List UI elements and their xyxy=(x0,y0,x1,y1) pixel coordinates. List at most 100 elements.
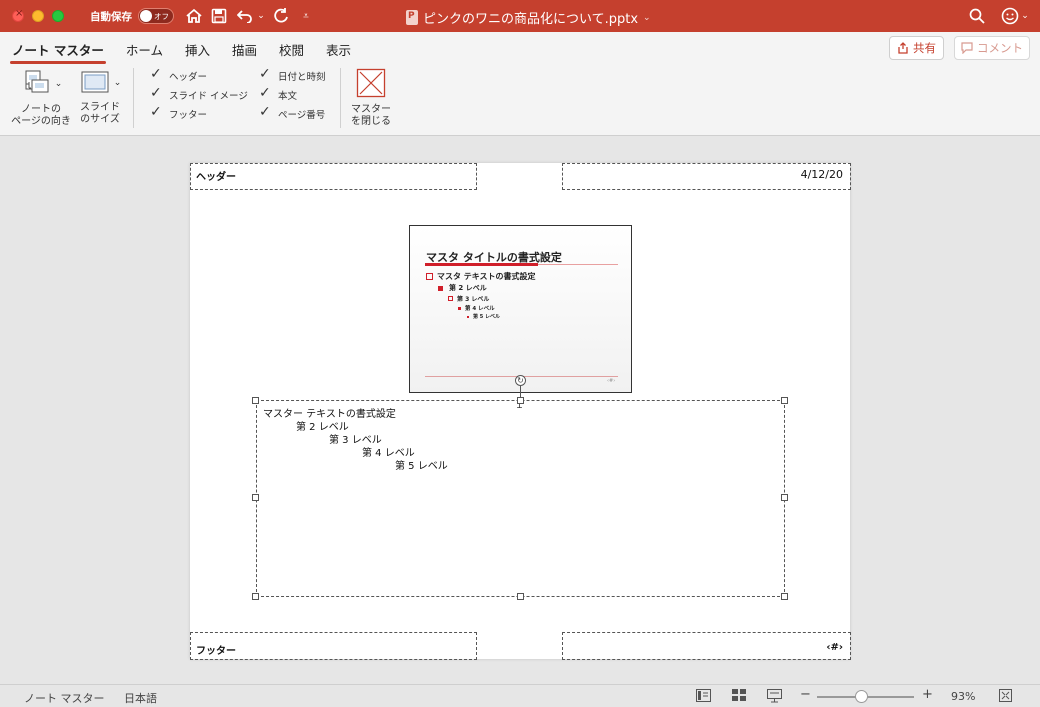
comment-label: コメント xyxy=(977,41,1023,55)
zoom-percentage[interactable]: 93% xyxy=(951,690,975,703)
header-placeholder[interactable]: ヘッダー xyxy=(190,163,477,190)
resize-handle[interactable] xyxy=(781,593,788,600)
feedback-smiley-icon[interactable]: ⌄ xyxy=(1000,5,1030,27)
date-placeholder[interactable]: 4/12/20 xyxy=(562,163,851,190)
date-time-checkbox-label: 日付と時刻 xyxy=(278,72,326,83)
tab-home[interactable]: ホーム xyxy=(126,40,163,59)
toggle-knob xyxy=(140,10,152,22)
language-indicator[interactable]: 日本語 xyxy=(124,690,157,706)
slide-sorter-icon[interactable] xyxy=(732,689,747,705)
body-checkbox-label: 本文 xyxy=(278,91,298,102)
footer-checkbox-label: フッター xyxy=(169,110,208,121)
close-window-button[interactable] xyxy=(12,8,24,22)
header-checkbox-label: ヘッダー xyxy=(169,72,208,83)
tab-notes-master[interactable]: ノート マスター xyxy=(10,40,106,64)
title-bar: 自動保存 オフ ⌄ ⩡ ピンクのワニの商品化について.pptx ⌄ ⌄ xyxy=(0,0,1040,32)
resize-handle[interactable] xyxy=(517,593,524,600)
normal-view-icon[interactable] xyxy=(696,689,711,705)
fit-to-window-icon[interactable] xyxy=(999,689,1012,705)
redo-icon[interactable] xyxy=(272,5,290,27)
resize-handle[interactable] xyxy=(517,397,524,404)
tab-draw[interactable]: 描画 xyxy=(232,40,257,59)
ribbon-tabs: ノート マスター ホーム 挿入 描画 校閲 表示 xyxy=(10,40,351,64)
search-icon[interactable] xyxy=(967,5,987,27)
slide-image-checkbox[interactable]: スライド イメージ xyxy=(150,85,248,103)
resize-handle[interactable] xyxy=(781,494,788,501)
thumb-line: 第 2 レベル xyxy=(438,283,487,293)
thumb-line-text: 第 4 レベル xyxy=(465,306,495,312)
bullet-dot-icon xyxy=(467,315,469,318)
chevron-down-icon: ⌄ xyxy=(643,12,651,23)
checkbox-check-icon xyxy=(150,66,163,83)
slide-size-button[interactable]: ⌄ スライド のサイズ xyxy=(76,68,124,126)
thumb-line: 第 5 レベル xyxy=(467,313,500,320)
date-text: 4/12/20 xyxy=(800,168,843,181)
undo-dropdown-icon[interactable]: ⌄ xyxy=(256,5,266,27)
thumb-line: 第 4 レベル xyxy=(458,304,495,312)
body-checkbox[interactable]: 本文 xyxy=(259,85,298,103)
share-icon xyxy=(898,42,908,54)
close-master-button[interactable]: マスター を閉じる xyxy=(348,68,394,128)
ribbon-divider xyxy=(340,68,341,128)
zoom-out-icon[interactable]: − xyxy=(800,687,811,702)
bullet-hollow-square-icon xyxy=(448,296,453,301)
thumb-page-number: ‹#› xyxy=(607,378,616,384)
pptx-file-icon xyxy=(406,10,418,25)
thumb-line: マスタ テキストの書式設定 xyxy=(426,271,536,282)
resize-handle[interactable] xyxy=(781,397,788,404)
document-title[interactable]: ピンクのワニの商品化について.pptx ⌄ xyxy=(406,8,651,27)
close-master-label: マスター を閉じる xyxy=(351,104,391,127)
header-text: ヘッダー xyxy=(196,172,236,183)
share-button[interactable]: 共有 xyxy=(889,36,944,60)
checkbox-check-icon xyxy=(259,66,272,83)
undo-icon[interactable] xyxy=(236,5,254,27)
notes-page-orientation-button[interactable]: ⌄ ノートの ページの向き xyxy=(10,68,72,128)
save-icon[interactable] xyxy=(209,5,229,27)
date-time-checkbox[interactable]: 日付と時刻 xyxy=(259,66,326,84)
footer-placeholder[interactable]: フッター xyxy=(190,632,477,660)
checkbox-check-icon xyxy=(259,85,272,102)
slide-image-placeholder[interactable]: マスタ タイトルの書式設定 マスタ テキストの書式設定 第 2 レベル 第 3 … xyxy=(409,225,632,393)
minimize-window-button[interactable] xyxy=(32,10,44,22)
document-title-text: ピンクのワニの商品化について.pptx xyxy=(423,12,639,27)
body-level-5: 第 5 レベル xyxy=(395,461,448,472)
rotate-handle-icon[interactable]: ↻ xyxy=(515,375,526,386)
thumb-line: 第 3 レベル xyxy=(448,294,489,303)
tab-view[interactable]: 表示 xyxy=(326,40,351,59)
page-number-checkbox-label: ページ番号 xyxy=(278,110,326,121)
orientation-label: ノートの ページの向き xyxy=(11,104,71,127)
bullet-square-icon xyxy=(438,285,443,291)
page-orientation-icon xyxy=(25,70,49,93)
page-number-placeholder[interactable]: ‹#› xyxy=(562,632,851,660)
close-master-icon xyxy=(356,68,386,98)
share-label: 共有 xyxy=(913,41,936,55)
zoom-in-icon[interactable]: + xyxy=(922,687,933,702)
zoom-window-button[interactable] xyxy=(52,10,64,22)
page-number-checkbox[interactable]: ページ番号 xyxy=(259,104,326,122)
comment-button[interactable]: コメント xyxy=(954,36,1030,60)
bullet-hollow-square-icon xyxy=(426,273,433,280)
footer-checkbox[interactable]: フッター xyxy=(150,104,208,122)
customize-toolbar-icon[interactable]: ⩡ xyxy=(300,5,312,27)
thumb-line-text: 第 3 レベル xyxy=(457,296,490,303)
thumb-line-text: マスタ テキストの書式設定 xyxy=(437,272,536,281)
checkbox-check-icon xyxy=(150,104,163,121)
resize-handle[interactable] xyxy=(252,494,259,501)
header-checkbox[interactable]: ヘッダー xyxy=(150,66,208,84)
bullet-square-icon xyxy=(458,306,461,310)
slide-size-label: スライド のサイズ xyxy=(80,102,120,125)
tab-insert[interactable]: 挿入 xyxy=(185,40,210,59)
slide-size-icon xyxy=(81,71,109,93)
ribbon-divider xyxy=(133,68,134,128)
checkbox-check-icon xyxy=(259,104,272,121)
autosave-toggle[interactable]: オフ xyxy=(138,8,174,24)
zoom-slider-knob[interactable] xyxy=(855,690,868,703)
resize-handle[interactable] xyxy=(252,593,259,600)
resize-handle[interactable] xyxy=(252,397,259,404)
chevron-down-icon: ⌄ xyxy=(54,79,63,89)
tab-review[interactable]: 校閲 xyxy=(279,40,304,59)
home-icon[interactable] xyxy=(184,5,204,27)
checkbox-check-icon xyxy=(150,85,163,102)
ribbon: ノート マスター ホーム 挿入 描画 校閲 表示 共有 コメント ⌄ ノートの … xyxy=(0,32,1040,136)
presenter-view-icon[interactable] xyxy=(767,689,782,706)
